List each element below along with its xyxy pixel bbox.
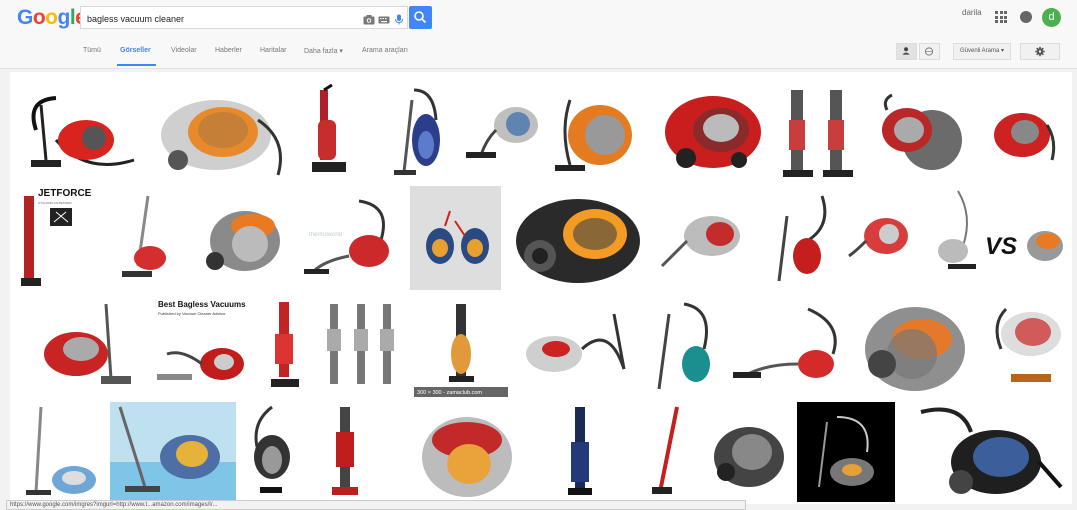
search-input[interactable] — [85, 9, 349, 28]
microphone-icon[interactable] — [393, 12, 405, 25]
global-results-button[interactable] — [919, 43, 940, 60]
globe-icon — [924, 47, 934, 56]
image-result[interactable] — [704, 402, 791, 502]
image-result[interactable] — [410, 186, 501, 290]
person-icon — [902, 47, 910, 55]
image-result[interactable] — [767, 186, 836, 290]
tab-maps[interactable]: Haritalar — [260, 47, 286, 54]
image-result[interactable] — [195, 186, 293, 290]
image-result[interactable] — [298, 80, 366, 182]
tab-news[interactable]: Haberler — [215, 47, 242, 54]
image-size-caption: 300 × 300 - zamaclub.com — [417, 390, 482, 396]
image-result[interactable] — [981, 294, 1066, 397]
image-result[interactable] — [841, 186, 918, 290]
tab-search-tools[interactable]: Arama araçları — [362, 47, 408, 54]
settings-button[interactable] — [1020, 43, 1060, 60]
status-bar-url: https://www.google.com/imgres?imgurl=htt… — [6, 500, 746, 510]
tab-videos[interactable]: Videolar — [171, 47, 197, 54]
best-bagless-title: Best Bagless Vacuums — [158, 300, 246, 309]
image-result[interactable] — [775, 80, 860, 182]
image-result[interactable] — [510, 186, 646, 290]
top-bar: Google darila d — [0, 0, 1077, 36]
image-result[interactable]: VS — [923, 186, 1066, 290]
logo-letter: G — [17, 6, 33, 29]
image-result[interactable] — [242, 402, 296, 502]
personal-results-button[interactable] — [896, 43, 917, 60]
gear-icon — [1035, 46, 1045, 57]
logo-letter: o — [32, 6, 46, 29]
image-result[interactable] — [651, 80, 768, 182]
apps-grid-icon[interactable] — [995, 11, 1007, 23]
image-result[interactable] — [857, 294, 974, 397]
logo-letter: g — [57, 6, 71, 29]
image-result[interactable] — [16, 80, 141, 182]
image-result[interactable] — [533, 402, 625, 502]
tab-more[interactable]: Daha fazla ▾ — [304, 47, 343, 55]
image-result[interactable] — [148, 80, 290, 182]
image-result[interactable]: thermoworld — [299, 186, 404, 290]
jetforce-sublabel: CYCLONIC FILTRATION — [38, 201, 71, 205]
camera-icon[interactable] — [363, 12, 375, 25]
image-result[interactable] — [632, 402, 698, 502]
image-result[interactable] — [16, 294, 146, 397]
keyboard-icon[interactable] — [378, 12, 390, 24]
image-result[interactable]: 300 × 300 - zamaclub.com — [414, 294, 508, 397]
image-result[interactable] — [901, 402, 1066, 502]
image-result[interactable] — [315, 294, 407, 397]
image-result[interactable] — [302, 402, 389, 502]
watermark-text: thermoworld — [309, 232, 342, 238]
image-result[interactable]: JETFORCE CYCLONIC FILTRATION — [16, 186, 94, 290]
active-tab-indicator — [117, 64, 156, 66]
image-result[interactable] — [550, 80, 643, 182]
image-results-grid: JETFORCE CYCLONIC FILTRATION thermoworld… — [10, 72, 1072, 504]
search-button[interactable] — [409, 6, 432, 29]
image-result[interactable] — [652, 186, 761, 290]
tab-images[interactable]: Görseller — [120, 47, 151, 54]
tab-all[interactable]: Tümü — [83, 47, 101, 54]
image-result[interactable] — [797, 402, 895, 502]
image-result[interactable] — [263, 294, 308, 397]
image-result[interactable] — [644, 294, 722, 397]
avatar[interactable]: d — [1042, 8, 1061, 27]
image-result[interactable] — [867, 80, 970, 182]
safe-search-dropdown[interactable]: Güvenli Arama ▾ — [953, 43, 1011, 60]
logo-letter: o — [45, 6, 58, 29]
search-icon — [414, 11, 427, 24]
image-result[interactable] — [110, 402, 236, 502]
image-result[interactable] — [16, 402, 104, 502]
image-result[interactable] — [514, 294, 638, 397]
image-result[interactable]: Best Bagless Vacuums Published by Vacuum… — [152, 294, 256, 397]
vs-label: VS — [985, 233, 1017, 260]
image-result[interactable] — [728, 294, 850, 397]
notifications-icon[interactable] — [1020, 11, 1032, 23]
image-result[interactable] — [461, 80, 543, 182]
image-result[interactable] — [100, 186, 188, 290]
jetforce-label: JETFORCE — [38, 188, 92, 199]
image-result[interactable] — [977, 80, 1066, 182]
user-name[interactable]: darila — [962, 8, 982, 17]
image-result[interactable] — [374, 80, 454, 182]
google-logo[interactable]: Google — [17, 6, 87, 30]
search-box — [80, 6, 408, 29]
best-bagless-subtitle: Published by Vacuum Cleaner Advisor — [158, 311, 226, 316]
image-result[interactable] — [399, 402, 527, 502]
